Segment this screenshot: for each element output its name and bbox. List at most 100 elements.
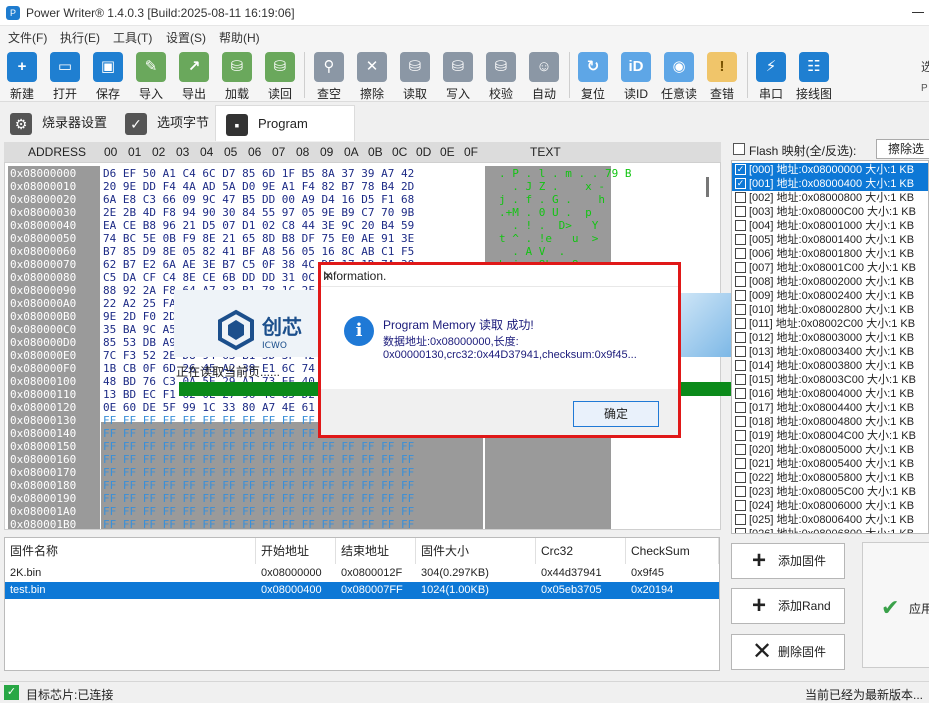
serial-port-button[interactable]: ⚡ 串口 [751, 50, 791, 101]
sector-checkbox[interactable] [735, 430, 746, 441]
export-button[interactable]: ↗ 导出 [174, 50, 214, 101]
hex-row-bytes[interactable]: FF FF FF FF FF FF FF FF FF FF FF FF FF F… [103, 505, 414, 518]
column-header-checksum[interactable]: CheckSum [626, 538, 719, 564]
flash-sector-item[interactable]: [003] 地址:0x08000C00 大小:1 KB [732, 205, 928, 219]
save-button[interactable]: ▣ 保存 [88, 50, 128, 101]
flash-sector-item[interactable]: [004] 地址:0x08001000 大小:1 KB [732, 219, 928, 233]
sector-checkbox[interactable] [735, 290, 746, 301]
menu-tools[interactable]: 工具(T) [113, 29, 152, 46]
sector-checkbox[interactable] [735, 388, 746, 399]
column-header-size[interactable]: 固件大小 [416, 538, 536, 564]
flash-sector-item[interactable]: [024] 地址:0x08006000 大小:1 KB [732, 499, 928, 513]
minimize-button[interactable] [912, 12, 924, 13]
sector-checkbox[interactable] [735, 472, 746, 483]
flash-sector-item[interactable]: ✓ [001] 地址:0x08000400 大小:1 KB [732, 177, 928, 191]
sector-checkbox[interactable] [735, 444, 746, 455]
hex-row-bytes[interactable]: FF FF FF FF FF FF FF FF FF FF FF FF FF F… [103, 466, 414, 479]
menu-file[interactable]: 文件(F) [8, 29, 47, 46]
select-all-checkbox[interactable] [733, 143, 745, 155]
menu-execute[interactable]: 执行(E) [60, 29, 100, 46]
menu-settings[interactable]: 设置(S) [166, 29, 206, 46]
sector-checkbox[interactable] [735, 192, 746, 203]
sector-checkbox[interactable]: ✓ [735, 164, 746, 175]
flash-sector-item[interactable]: [021] 地址:0x08005400 大小:1 KB [732, 457, 928, 471]
hex-row-bytes[interactable]: 6A E8 C3 66 09 9C 47 B5 DD 00 A9 D4 16 D… [103, 193, 414, 206]
flash-sector-item[interactable]: [012] 地址:0x08003000 大小:1 KB [732, 331, 928, 345]
wiring-diagram-button[interactable]: ☷ 接线图 [794, 50, 834, 101]
sector-checkbox[interactable] [735, 234, 746, 245]
flash-sector-item[interactable]: [013] 地址:0x08003400 大小:1 KB [732, 345, 928, 359]
menu-help[interactable]: 帮助(H) [219, 29, 260, 46]
column-header-crc32[interactable]: Crc32 [536, 538, 626, 564]
hex-row-bytes[interactable]: 2E 2B 4D F8 94 90 30 84 55 97 05 9E B9 C… [103, 206, 414, 219]
sector-checkbox[interactable] [735, 220, 746, 231]
flash-sector-item[interactable]: [006] 地址:0x08001800 大小:1 KB [732, 247, 928, 261]
erase-selected-button[interactable]: 擦除选 [876, 139, 929, 159]
flash-sector-item[interactable]: [015] 地址:0x08003C00 大小:1 KB [732, 373, 928, 387]
verify-button[interactable]: ⛁ 校验 [481, 50, 521, 101]
sector-checkbox[interactable] [735, 458, 746, 469]
hex-row-bytes[interactable]: FF FF FF FF FF FF FF FF FF FF FF FF FF F… [103, 453, 414, 466]
column-header-end[interactable]: 结束地址 [336, 538, 416, 564]
ok-button[interactable]: 确定 [573, 401, 659, 427]
open-button[interactable]: ▭ 打开 [45, 50, 85, 101]
hex-row-bytes[interactable]: FF FF FF FF FF FF FF FF FF FF FF FF FF F… [103, 492, 414, 505]
hex-row-bytes[interactable]: FF FF FF FF FF FF FF FF FF FF FF FF FF F… [103, 479, 414, 492]
flash-sector-item[interactable]: [017] 地址:0x08004400 大小:1 KB [732, 401, 928, 415]
table-row[interactable]: 2K.bin 0x08000000 0x0800012F 304(0.297KB… [5, 565, 719, 582]
sector-checkbox[interactable] [735, 416, 746, 427]
sector-checkbox[interactable] [735, 276, 746, 287]
sector-checkbox[interactable] [735, 360, 746, 371]
flash-sector-item[interactable]: [022] 地址:0x08005800 大小:1 KB [732, 471, 928, 485]
new-button[interactable]: + 新建 [2, 50, 42, 101]
flash-sector-item[interactable]: [007] 地址:0x08001C00 大小:1 KB [732, 261, 928, 275]
add-rand-button[interactable]: + 添加Rand [731, 588, 845, 624]
diagnose-button[interactable]: ! 查错 [702, 50, 742, 101]
load-button[interactable]: ⛁ 加载 [217, 50, 257, 101]
flash-sector-item[interactable]: [008] 地址:0x08002000 大小:1 KB [732, 275, 928, 289]
sector-checkbox[interactable] [735, 486, 746, 497]
sector-checkbox[interactable] [735, 500, 746, 511]
reset-button[interactable]: ↻ 复位 [573, 50, 613, 101]
apply-button[interactable]: ✔ 应用 [862, 542, 929, 668]
sector-checkbox[interactable] [735, 332, 746, 343]
flash-sector-item[interactable]: [026] 地址:0x08006800 大小:1 KB [732, 527, 928, 533]
column-header-name[interactable]: 固件名称 [5, 538, 256, 564]
write-button[interactable]: ⛁ 写入 [438, 50, 478, 101]
flash-sector-item[interactable]: [016] 地址:0x08004000 大小:1 KB [732, 387, 928, 401]
sector-checkbox[interactable] [735, 262, 746, 273]
flash-sector-item[interactable]: [009] 地址:0x08002400 大小:1 KB [732, 289, 928, 303]
hex-row-bytes[interactable]: EA CE B8 96 21 D5 07 D1 02 C8 44 3E 9C 2… [103, 219, 414, 232]
table-row-selected[interactable]: test.bin 0x08000400 0x080007FF 1024(1.00… [5, 582, 719, 599]
blank-check-button[interactable]: ⚲ 查空 [309, 50, 349, 101]
sector-checkbox[interactable] [735, 248, 746, 259]
auto-button[interactable]: ☺ 自动 [524, 50, 564, 101]
close-icon[interactable]: ✕ [323, 269, 333, 283]
hex-row-bytes[interactable]: FF FF FF FF FF FF FF FF FF FF FF FF FF F… [103, 518, 414, 529]
edge-field[interactable]: P [921, 83, 928, 94]
tab-program-memory[interactable]: ▪Program Memory [215, 105, 355, 167]
arbitrary-read-button[interactable]: ◉ 任意读 [659, 50, 699, 101]
flash-sector-item[interactable]: [010] 地址:0x08002800 大小:1 KB [732, 303, 928, 317]
sector-checkbox[interactable] [735, 374, 746, 385]
flash-sector-item[interactable]: [011] 地址:0x08002C00 大小:1 KB [732, 317, 928, 331]
hex-row-bytes[interactable]: B7 85 D9 8E 05 82 41 BF A8 56 05 16 8C A… [103, 245, 414, 258]
flash-sector-item[interactable]: [019] 地址:0x08004C00 大小:1 KB [732, 429, 928, 443]
tab-option-bytes[interactable]: ✓ 选项字节 [115, 105, 215, 141]
readback-button[interactable]: ⛁ 读回 [260, 50, 300, 101]
sector-checkbox[interactable] [735, 514, 746, 525]
sector-checkbox[interactable] [735, 318, 746, 329]
flash-sector-item[interactable]: [014] 地址:0x08003800 大小:1 KB [732, 359, 928, 373]
sector-checkbox[interactable] [735, 402, 746, 413]
flash-sector-item[interactable]: ✓ [000] 地址:0x08000000 大小:1 KB [732, 163, 928, 177]
scrollbar[interactable] [706, 177, 709, 197]
import-button[interactable]: ✎ 导入 [131, 50, 171, 101]
flash-sector-item[interactable]: [005] 地址:0x08001400 大小:1 KB [732, 233, 928, 247]
flash-sector-list[interactable]: ✓ [000] 地址:0x08000000 大小:1 KB ✓ [001] 地址:0x… [731, 160, 929, 534]
flash-sector-item[interactable]: [018] 地址:0x08004800 大小:1 KB [732, 415, 928, 429]
read-button[interactable]: ⛁ 读取 [395, 50, 435, 101]
hex-row-bytes[interactable]: D6 EF 50 A1 C4 6C D7 85 6D 1F B5 8A 37 3… [103, 167, 414, 180]
sector-checkbox[interactable] [735, 304, 746, 315]
flash-sector-item[interactable]: [020] 地址:0x08005000 大小:1 KB [732, 443, 928, 457]
sector-checkbox[interactable] [735, 528, 746, 533]
